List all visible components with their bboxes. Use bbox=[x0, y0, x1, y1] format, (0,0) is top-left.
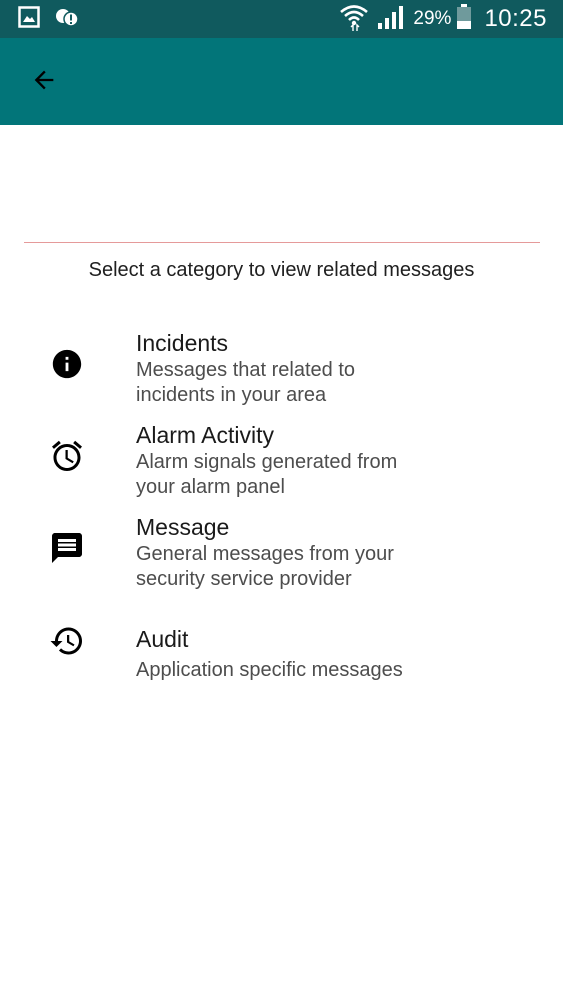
battery-percent: 29% bbox=[413, 8, 452, 29]
search-divider bbox=[24, 242, 540, 243]
category-message[interactable]: Message General messages from your secur… bbox=[0, 512, 563, 592]
app-bar bbox=[0, 38, 563, 125]
category-description: General messages from your bbox=[136, 543, 394, 565]
category-incidents[interactable]: Incidents Messages that related to incid… bbox=[0, 328, 563, 408]
category-title: Incidents bbox=[136, 330, 229, 356]
status-bar: 29% 10:25 bbox=[0, 0, 563, 38]
gallery-icon bbox=[18, 5, 40, 33]
category-description: your alarm panel bbox=[136, 476, 285, 498]
category-alarm-activity[interactable]: Alarm Activity Alarm signals generated f… bbox=[0, 420, 563, 500]
message-icon bbox=[46, 527, 88, 569]
category-text: Message General messages from your secur… bbox=[136, 512, 536, 592]
back-button[interactable] bbox=[22, 60, 66, 104]
signal-icon bbox=[377, 4, 405, 35]
wifi-icon bbox=[339, 2, 369, 37]
status-bar-left bbox=[18, 5, 80, 33]
category-title: Alarm Activity bbox=[136, 422, 275, 448]
category-description: incidents in your area bbox=[136, 384, 327, 406]
category-title: Message bbox=[136, 514, 230, 540]
category-text: Audit Application specific messages bbox=[136, 624, 536, 683]
alert-cloud-icon bbox=[54, 6, 80, 33]
category-description: Messages that related to bbox=[136, 359, 356, 381]
category-text: Incidents Messages that related to incid… bbox=[136, 328, 536, 408]
category-description: security service provider bbox=[136, 568, 352, 590]
alarm-clock-icon bbox=[46, 435, 88, 477]
info-icon bbox=[46, 343, 88, 385]
status-bar-right: 29% 10:25 bbox=[339, 2, 547, 37]
category-description: Alarm signals generated from bbox=[136, 451, 398, 473]
category-title: Audit bbox=[136, 626, 189, 652]
battery-icon bbox=[456, 3, 472, 35]
category-description: Application specific messages bbox=[136, 659, 403, 681]
category-audit[interactable]: Audit Application specific messages bbox=[0, 624, 563, 688]
instruction-text: Select a category to view related messag… bbox=[88, 259, 475, 281]
history-icon bbox=[46, 620, 88, 662]
arrow-back-icon bbox=[30, 66, 58, 99]
category-text: Alarm Activity Alarm signals generated f… bbox=[136, 420, 536, 500]
clock: 10:25 bbox=[484, 5, 547, 32]
